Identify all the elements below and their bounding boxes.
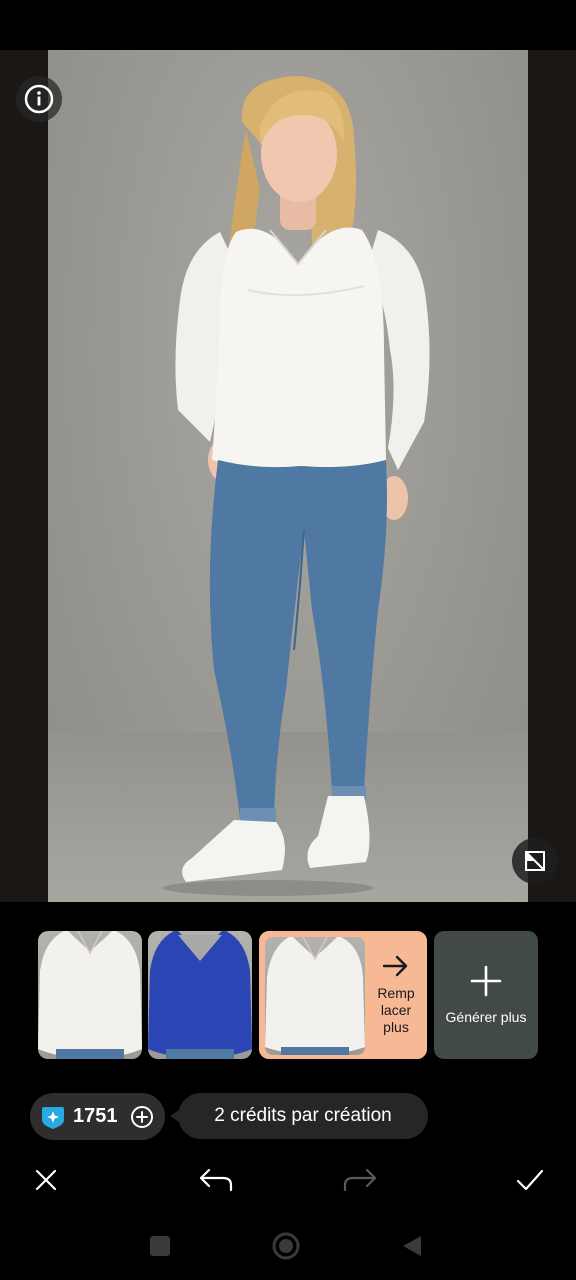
check-icon: [516, 1169, 544, 1191]
triangle-icon: [403, 1236, 421, 1256]
main-photo: [48, 50, 528, 902]
compare-icon: [525, 851, 545, 871]
compare-button[interactable]: [512, 838, 558, 884]
blue-blouse-preview: [148, 931, 252, 1059]
redo-button[interactable]: [340, 1160, 380, 1200]
generate-more-button[interactable]: Générer plus: [434, 931, 538, 1059]
credits-pill: 1751: [30, 1093, 165, 1140]
variant-thumbnail-2[interactable]: [148, 931, 252, 1059]
model-figure: [163, 76, 430, 896]
variant-image-selected: [265, 937, 365, 1055]
square-icon: [150, 1236, 170, 1256]
add-credits-button[interactable]: [130, 1105, 154, 1129]
plus-icon: [470, 965, 502, 997]
generate-more-label: Générer plus: [445, 1009, 527, 1025]
arrow-right-icon: [382, 955, 408, 976]
info-button[interactable]: [16, 76, 62, 122]
variant-thumbnail-1[interactable]: [38, 931, 142, 1059]
credits-value: 1751: [73, 1105, 118, 1127]
info-icon: [24, 84, 54, 114]
nav-back-button[interactable]: [390, 1224, 434, 1268]
variant-image-white: [38, 931, 142, 1059]
close-button[interactable]: [26, 1160, 66, 1200]
undo-icon: [199, 1168, 233, 1192]
variant-thumbnail-selected[interactable]: Remp lacer plus: [259, 931, 427, 1059]
close-icon: [35, 1169, 57, 1191]
credit-cost-tooltip: 2 crédits par création: [170, 1093, 428, 1139]
nav-home-button[interactable]: [264, 1224, 308, 1268]
confirm-button[interactable]: [510, 1160, 550, 1200]
circle-icon: [272, 1232, 300, 1260]
nav-recents-button[interactable]: [138, 1224, 182, 1268]
plus-circle-icon: [130, 1105, 153, 1128]
sparkle-badge-icon: [42, 1106, 64, 1129]
replace-more-button[interactable]: Remp lacer plus: [367, 933, 425, 1057]
selected-blouse-preview: [265, 937, 365, 1055]
undo-button[interactable]: [196, 1160, 236, 1200]
variant-image-blue: [148, 931, 252, 1059]
white-blouse-preview: [38, 931, 142, 1059]
redo-icon: [343, 1168, 377, 1192]
replace-more-label: Remp lacer plus: [377, 984, 415, 1035]
